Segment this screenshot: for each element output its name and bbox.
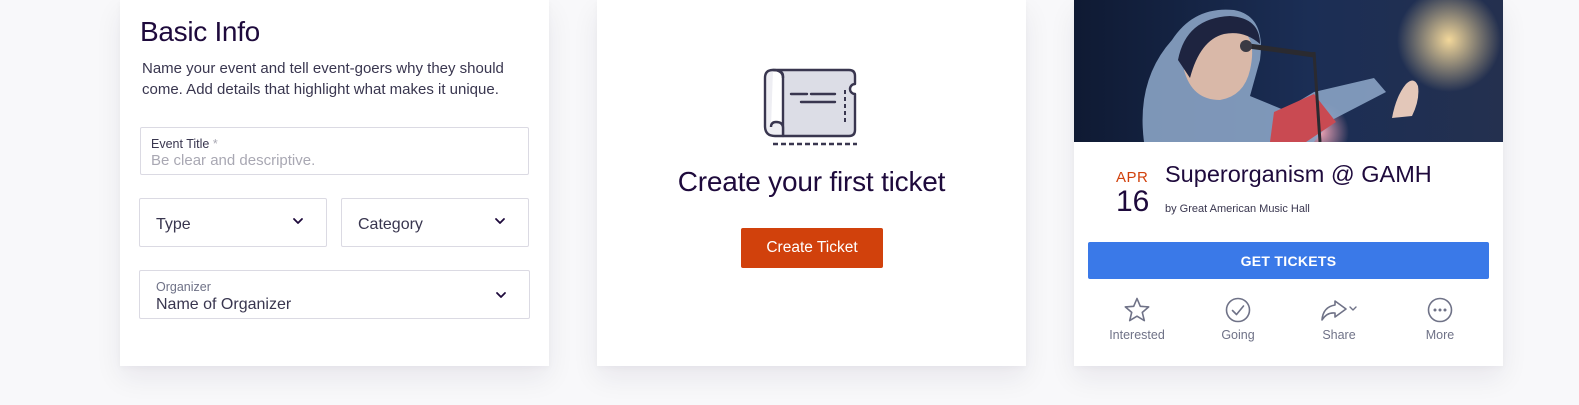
type-select[interactable]: Type: [139, 198, 327, 247]
event-name: Superorganism @ GAMH: [1165, 161, 1432, 187]
type-select-value: Type: [156, 216, 191, 233]
more-action[interactable]: More: [1400, 296, 1480, 346]
chevron-down-icon: [293, 218, 303, 224]
chevron-down-icon: [495, 218, 505, 224]
basic-info-card: Basic Info Name your event and tell even…: [120, 0, 549, 366]
ticket-icon: [763, 68, 857, 146]
create-ticket-button[interactable]: Create Ticket: [741, 228, 883, 268]
basic-info-title: Basic Info: [140, 16, 260, 47]
more-icon: [1427, 297, 1453, 323]
event-organizer: by Great American Music Hall: [1165, 203, 1310, 215]
interested-action[interactable]: Interested: [1097, 296, 1177, 346]
event-month: APR: [1116, 169, 1149, 186]
event-photo: [1074, 0, 1503, 142]
going-action[interactable]: Going: [1198, 296, 1278, 346]
more-label: More: [1425, 328, 1455, 342]
share-icon: [1321, 300, 1357, 321]
event-preview-card: APR 16 Superorganism @ GAMH by Great Ame…: [1074, 0, 1503, 366]
event-title-field[interactable]: Event Title *: [140, 127, 529, 175]
event-title-input[interactable]: [151, 152, 511, 169]
organizer-label: Organizer: [156, 280, 211, 294]
page: Basic Info Name your event and tell even…: [0, 0, 1579, 405]
interested-label: Interested: [1109, 328, 1165, 342]
create-ticket-heading: Create your first ticket: [677, 166, 946, 197]
create-ticket-card: Create your first ticket Create Ticket: [597, 0, 1026, 366]
star-icon: [1124, 297, 1150, 322]
organizer-value: Name of Organizer: [156, 296, 292, 313]
organizer-select[interactable]: Organizer Name of Organizer: [139, 270, 530, 319]
category-select-value: Category: [358, 216, 423, 233]
event-day: 16: [1116, 185, 1150, 218]
share-action[interactable]: Share: [1299, 296, 1379, 346]
event-title-label: Event Title *: [151, 137, 218, 151]
check-circle-icon: [1225, 297, 1251, 323]
basic-info-description: Name your event and tell event-goers why…: [142, 60, 504, 98]
required-mark: *: [212, 137, 218, 151]
get-tickets-button[interactable]: GET TICKETS: [1088, 242, 1489, 279]
going-label: Going: [1221, 328, 1255, 342]
chevron-down-icon: [496, 292, 506, 298]
share-label: Share: [1322, 328, 1356, 342]
category-select[interactable]: Category: [341, 198, 529, 247]
